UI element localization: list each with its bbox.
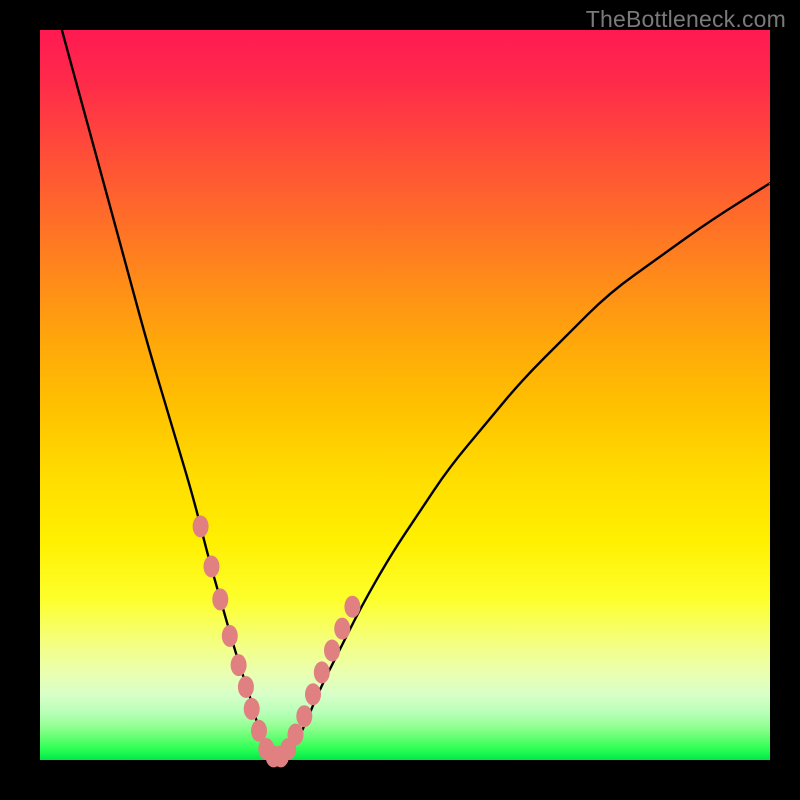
- highlight-dot: [204, 556, 220, 578]
- highlight-dot: [296, 705, 312, 727]
- highlight-dot: [288, 724, 304, 746]
- highlight-dot: [314, 661, 330, 683]
- highlight-dot: [238, 676, 254, 698]
- highlight-dot: [324, 640, 340, 662]
- highlight-dots-group: [193, 515, 361, 767]
- highlight-dot: [222, 625, 238, 647]
- highlight-dot: [344, 596, 360, 618]
- highlight-dot: [231, 654, 247, 676]
- highlight-dot: [193, 515, 209, 537]
- watermark-text: TheBottleneck.com: [586, 6, 786, 33]
- bottleneck-curve: [62, 30, 770, 760]
- highlight-dot: [244, 698, 260, 720]
- chart-svg: [40, 30, 770, 760]
- highlight-dot: [305, 683, 321, 705]
- chart-container: TheBottleneck.com: [0, 0, 800, 800]
- highlight-dot: [334, 618, 350, 640]
- highlight-dot: [212, 588, 228, 610]
